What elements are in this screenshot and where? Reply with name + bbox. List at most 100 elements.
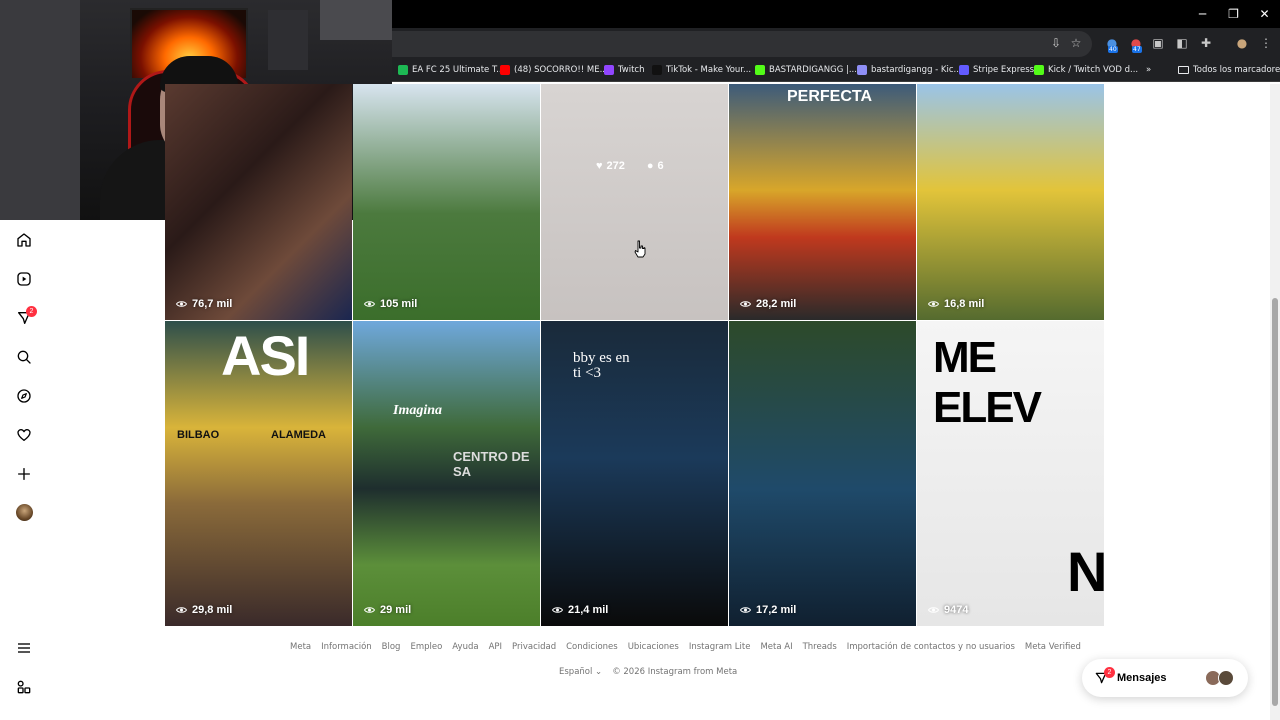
likes-stat: ♥ 272 bbox=[596, 160, 625, 172]
extensions-puzzle-icon[interactable]: ✚ bbox=[1198, 35, 1214, 51]
bookmark-item[interactable]: (48) SOCORRO!! ME... bbox=[500, 63, 608, 77]
footer-link[interactable]: Meta AI bbox=[760, 642, 792, 652]
post-sign-text: CENTRO DE SA bbox=[453, 449, 530, 479]
profile-avatar[interactable] bbox=[16, 504, 33, 521]
post-sign-text: BILBAO bbox=[177, 429, 220, 441]
bookmark-item[interactable]: BASTARDIGANGG |... bbox=[755, 63, 857, 77]
post-tile[interactable]: ♥ 272 ● 6 bbox=[541, 84, 728, 320]
close-window-button[interactable]: ✕ bbox=[1249, 0, 1280, 28]
bookmark-star-icon[interactable]: ☆ bbox=[1068, 35, 1084, 51]
heart-filled-icon: ♥ bbox=[596, 160, 603, 172]
scrollbar-thumb[interactable] bbox=[1272, 298, 1278, 706]
eye-icon bbox=[740, 301, 751, 307]
post-overlay-text: bby es en ti <3 bbox=[573, 350, 630, 381]
footer-link[interactable]: API bbox=[489, 642, 502, 652]
post-overlay-text: ME ELEV bbox=[933, 333, 1042, 432]
bookmark-item[interactable]: bastardigangg - Kic... bbox=[857, 63, 962, 77]
extension-badge: 47 bbox=[1132, 46, 1142, 53]
bookmark-favicon-icon bbox=[857, 65, 867, 75]
footer-link[interactable]: Ayuda bbox=[452, 642, 478, 652]
address-bar[interactable] bbox=[392, 31, 1092, 57]
posts-grid: 76,7 mil 105 mil ♥ 272 ● 6 PERFECTA 28,2 mil 16,… bbox=[165, 84, 1105, 626]
view-count-label: 76,7 mil bbox=[192, 298, 233, 310]
post-tile[interactable]: 105 mil bbox=[353, 84, 540, 320]
bookmark-item[interactable]: Stripe Express bbox=[959, 63, 1034, 77]
extension-icon[interactable]: ▣ bbox=[1150, 35, 1166, 51]
heart-icon[interactable] bbox=[14, 425, 34, 445]
hover-stats: ♥ 272 ● 6 bbox=[596, 160, 664, 172]
footer-link[interactable]: Empleo bbox=[410, 642, 442, 652]
post-tile[interactable]: 16,8 mil bbox=[917, 84, 1104, 320]
footer-links: Meta Información Blog Empleo Ayuda API Privaci… bbox=[290, 642, 1081, 652]
maximize-button[interactable]: ❐ bbox=[1218, 0, 1249, 28]
eye-icon bbox=[176, 301, 187, 307]
bookmark-favicon-icon bbox=[652, 65, 662, 75]
footer-link[interactable]: Instagram Lite bbox=[689, 642, 751, 652]
eye-icon bbox=[364, 301, 375, 307]
language-selector[interactable]: Español ⌄ bbox=[559, 667, 602, 677]
browser-menu-icon[interactable]: ⋮ bbox=[1258, 35, 1274, 51]
view-count-label: 105 mil bbox=[380, 298, 418, 310]
footer-link[interactable]: Threads bbox=[803, 642, 837, 652]
post-tile[interactable]: ME ELEV NO 9474 bbox=[917, 321, 1104, 626]
view-count: 17,2 mil bbox=[740, 604, 796, 616]
post-overlay-text: ASI bbox=[221, 324, 310, 387]
footer-link[interactable]: Condiciones bbox=[566, 642, 618, 652]
bookmark-item[interactable]: TikTok - Make Your... bbox=[652, 63, 751, 77]
more-bookmarks-button[interactable]: » bbox=[1146, 63, 1151, 77]
post-tile[interactable]: Imagina CENTRO DE SA 29 mil bbox=[353, 321, 540, 626]
bookmark-label: TikTok - Make Your... bbox=[666, 65, 752, 75]
view-count-label: 16,8 mil bbox=[944, 298, 985, 310]
footer-link[interactable]: Meta Verified bbox=[1025, 642, 1081, 652]
footer-link[interactable]: Información bbox=[321, 642, 372, 652]
footer-link[interactable]: Blog bbox=[382, 642, 401, 652]
explore-icon[interactable] bbox=[14, 386, 34, 406]
view-count: 76,7 mil bbox=[176, 298, 232, 310]
post-tile[interactable]: 17,2 mil bbox=[729, 321, 916, 626]
post-tile[interactable]: bby es en ti <3 21,4 mil bbox=[541, 321, 728, 626]
notifications-badge: 2 bbox=[26, 306, 37, 317]
window-controls: ─ ❐ ✕ bbox=[1187, 0, 1280, 28]
messages-label: Mensajes bbox=[1117, 672, 1167, 684]
post-tile[interactable]: 76,7 mil bbox=[165, 84, 352, 320]
install-app-icon[interactable]: ⇩ bbox=[1048, 35, 1064, 51]
post-tile[interactable]: ASI BILBAO ALAMEDA 29,8 mil bbox=[165, 321, 352, 626]
minimize-button[interactable]: ─ bbox=[1187, 0, 1218, 28]
bookmark-favicon-icon bbox=[959, 65, 969, 75]
create-plus-icon[interactable] bbox=[14, 464, 34, 484]
search-icon[interactable] bbox=[14, 347, 34, 367]
profile-avatar-icon[interactable]: ● bbox=[1234, 35, 1250, 51]
view-count: 9474 bbox=[928, 604, 968, 616]
more-menu-icon[interactable] bbox=[14, 638, 34, 658]
likes-count: 272 bbox=[606, 160, 625, 172]
bookmark-item[interactable]: Twitch bbox=[604, 63, 645, 77]
bookmark-label: EA FC 25 Ultimate T... bbox=[412, 65, 505, 75]
extension-icon[interactable]: ◧ bbox=[1174, 35, 1190, 51]
bookmark-favicon-icon bbox=[604, 65, 614, 75]
bookmark-favicon-icon bbox=[1034, 65, 1044, 75]
bookmark-favicon-icon bbox=[755, 65, 765, 75]
bookmark-item[interactable]: EA FC 25 Ultimate T... bbox=[398, 63, 504, 77]
reels-icon[interactable] bbox=[14, 269, 34, 289]
post-tile[interactable]: PERFECTA 28,2 mil bbox=[729, 84, 916, 320]
footer-bottom: Español ⌄ © 2026 Instagram from Meta bbox=[559, 667, 737, 677]
also-from-meta-icon[interactable] bbox=[14, 677, 34, 697]
bookmark-item[interactable]: Kick / Twitch VOD d... bbox=[1034, 63, 1138, 77]
footer-link[interactable]: Ubicaciones bbox=[628, 642, 679, 652]
home-icon[interactable] bbox=[14, 230, 34, 250]
extension-badge: 40 bbox=[1108, 46, 1118, 53]
bookmark-favicon-icon bbox=[398, 65, 408, 75]
view-count-label: 21,4 mil bbox=[568, 604, 609, 616]
view-count: 16,8 mil bbox=[928, 298, 984, 310]
messages-button[interactable]: 2 Mensajes bbox=[1082, 659, 1248, 697]
footer-link[interactable]: Privacidad bbox=[512, 642, 556, 652]
footer-link[interactable]: Meta bbox=[290, 642, 311, 652]
bookmark-label: Twitch bbox=[618, 65, 645, 75]
view-count: 28,2 mil bbox=[740, 298, 796, 310]
copyright: © 2026 Instagram from Meta bbox=[612, 667, 738, 677]
bookmark-favicon-icon bbox=[500, 65, 510, 75]
footer-link[interactable]: Importación de contactos y no usuarios bbox=[847, 642, 1015, 652]
all-bookmarks-folder[interactable]: Todos los marcadores bbox=[1178, 63, 1280, 77]
folder-icon bbox=[1178, 66, 1189, 74]
bookmark-label: (48) SOCORRO!! ME... bbox=[514, 65, 608, 75]
